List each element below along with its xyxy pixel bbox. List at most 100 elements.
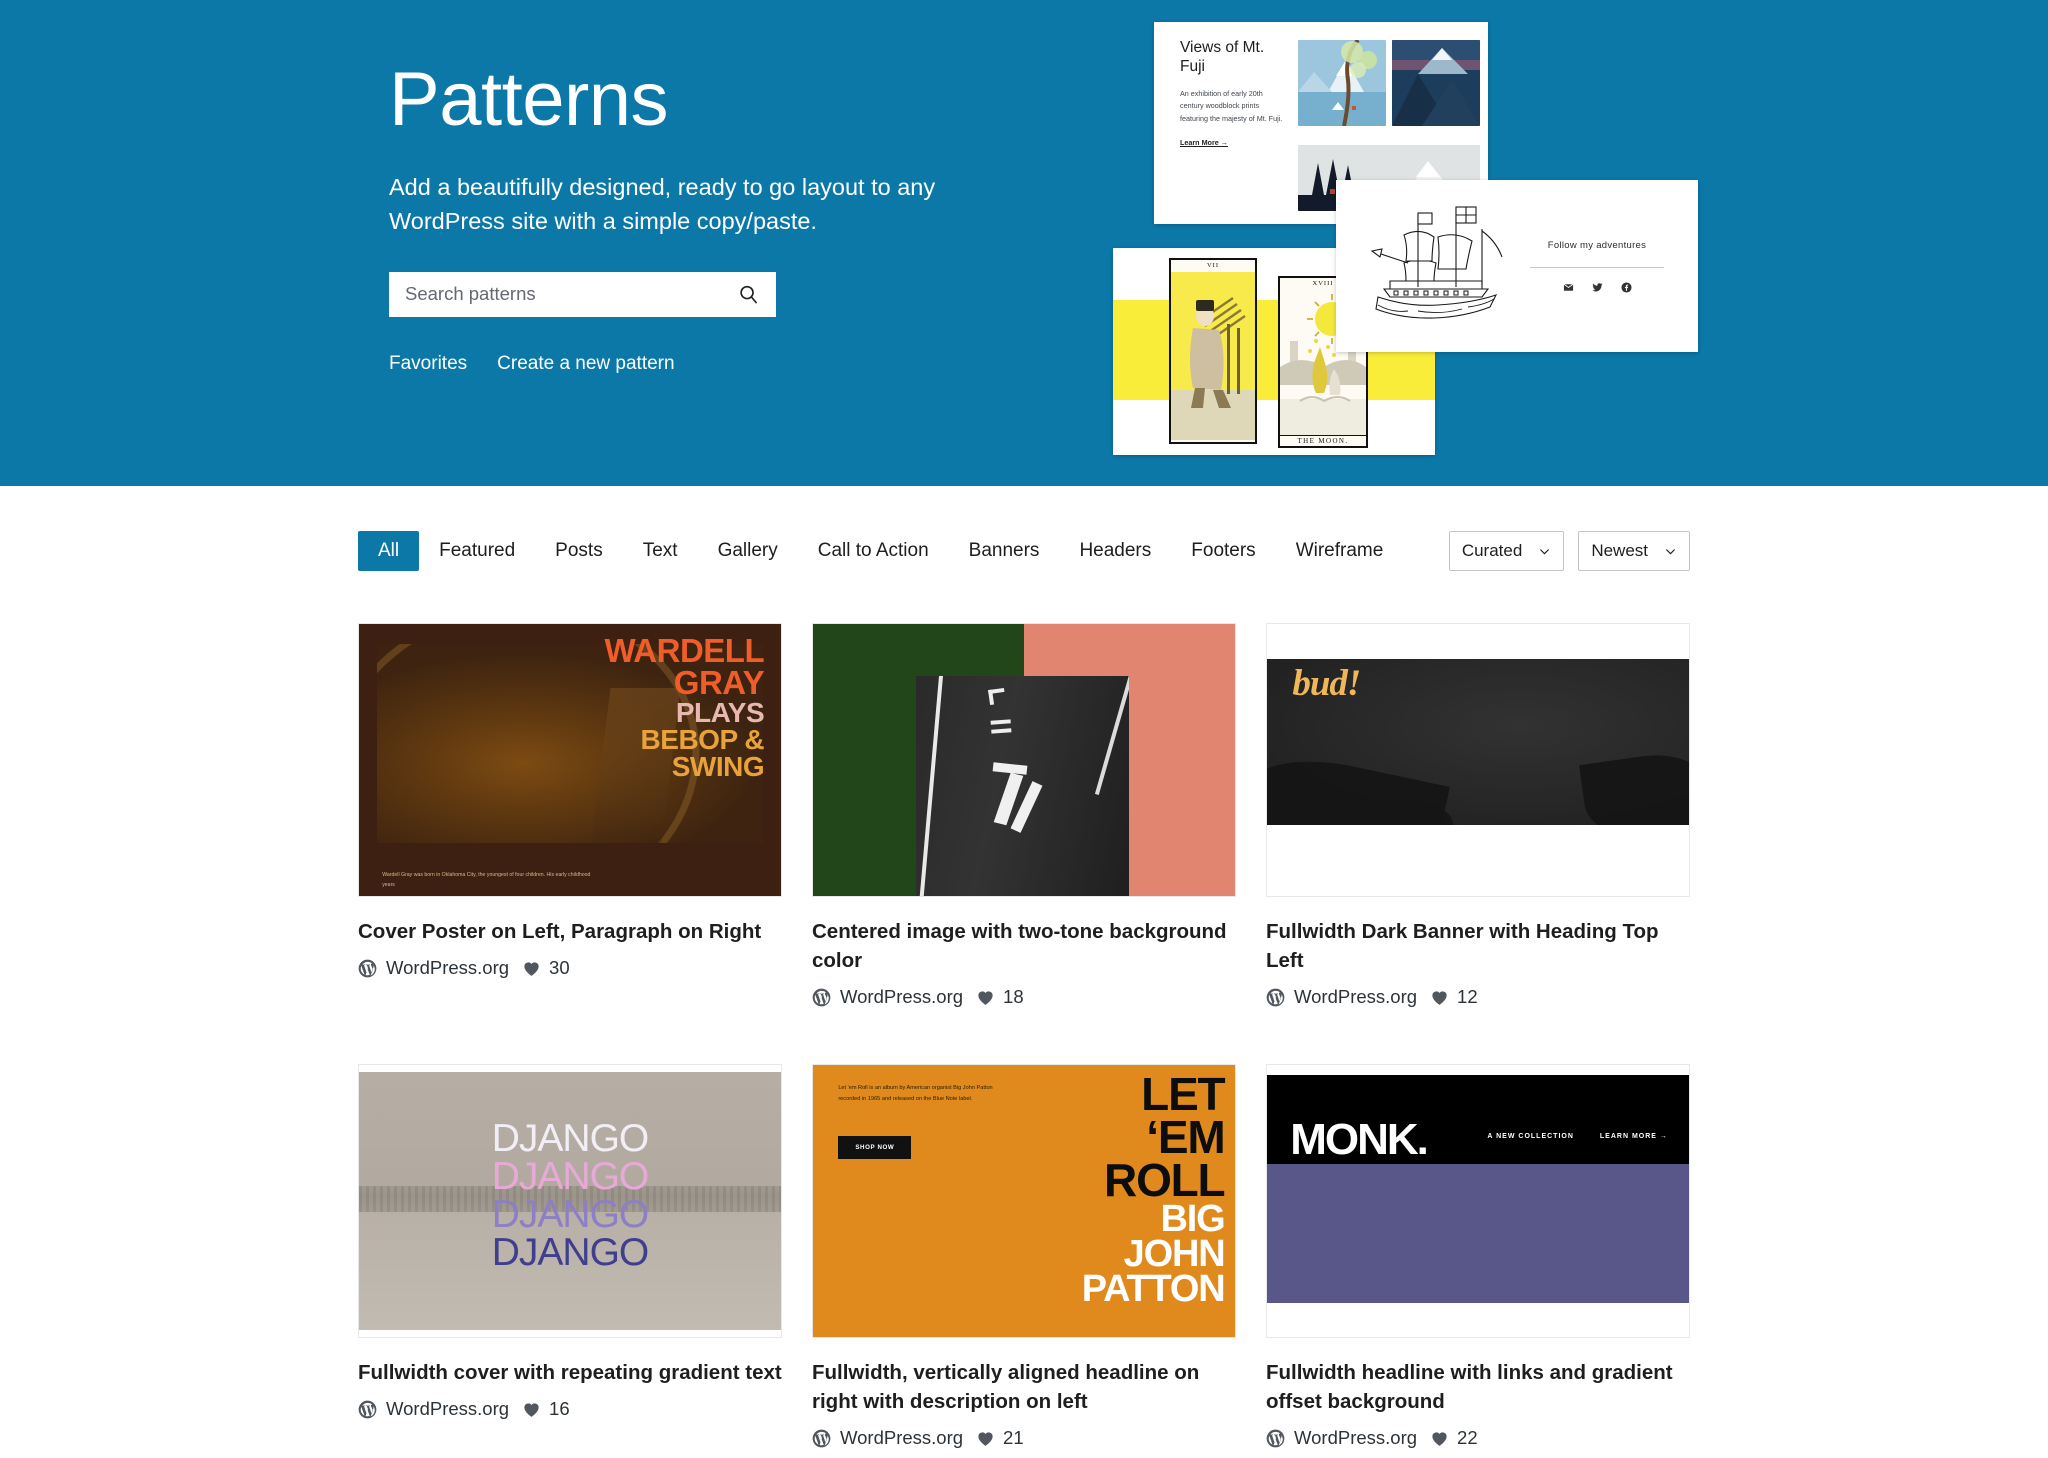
pattern-meta: WordPress.org 21 [812, 1427, 1236, 1449]
pattern-thumbnail[interactable]: bud! [1266, 623, 1690, 897]
tab-wireframe[interactable]: Wireframe [1276, 531, 1404, 571]
wardell-artwork: WARDELL GRAY PLAYS BEBOP & SWING Wardell… [359, 624, 781, 896]
pattern-title[interactable]: Fullwidth headline with links and gradie… [1266, 1358, 1690, 1416]
curation-select-value: Curated [1461, 541, 1523, 560]
monk-nav: A NEW COLLECTION LEARN MORE → [1487, 1133, 1668, 1140]
heart-icon [976, 1429, 995, 1447]
pattern-thumbnail[interactable]: DJANGO DJANGO DJANGO DJANGO [358, 1064, 782, 1339]
heart-icon [1430, 1429, 1449, 1447]
tab-gallery[interactable]: Gallery [698, 531, 798, 571]
favorites-link[interactable]: Favorites [389, 353, 467, 375]
hero-banner: Patterns Add a beautifully designed, rea… [0, 0, 2048, 486]
hero-subtitle: Add a beautifully designed, ready to go … [389, 173, 936, 234]
favorite-count-group[interactable]: 30 [522, 957, 570, 979]
bud-artwork: bud! [1267, 624, 1689, 896]
favorite-count-group[interactable]: 16 [522, 1398, 570, 1420]
tab-headers[interactable]: Headers [1059, 531, 1171, 571]
twitter-icon[interactable] [1591, 282, 1603, 293]
tab-text[interactable]: Text [623, 531, 698, 571]
wardell-paragraph: Wardell Gray was born in Oklahoma City, … [382, 872, 591, 889]
django-line-2: DJANGO [491, 1154, 650, 1198]
django-headline: DJANGO DJANGO DJANGO DJANGO [359, 1116, 781, 1275]
wordpress-logo-icon [812, 988, 831, 1007]
tab-banners[interactable]: Banners [949, 531, 1060, 571]
pattern-meta: WordPress.org 16 [358, 1398, 782, 1420]
filter-toolbar: All Featured Posts Text Gallery Call to … [358, 486, 1690, 571]
search-icon [737, 283, 760, 306]
road-kanji-2 [990, 719, 1012, 734]
favorite-count: 22 [1457, 1427, 1478, 1449]
pattern-author-name: WordPress.org [1294, 1427, 1418, 1449]
pattern-thumbnail[interactable]: WARDELL GRAY PLAYS BEBOP & SWING Wardell… [358, 623, 782, 897]
pattern-author-name: WordPress.org [1294, 986, 1418, 1008]
tab-all[interactable]: All [358, 531, 420, 571]
wardell-headline: WARDELL GRAY PLAYS BEBOP & SWING [604, 634, 765, 781]
pattern-author-name: WordPress.org [840, 986, 964, 1008]
tab-call-to-action[interactable]: Call to Action [798, 531, 949, 571]
pattern-author-name: WordPress.org [386, 1398, 510, 1420]
django-line-1: DJANGO [491, 1116, 650, 1160]
favorite-count-group[interactable]: 18 [976, 986, 1024, 1008]
fuji-image-2 [1392, 40, 1480, 126]
pattern-title[interactable]: Centered image with two-tone background … [812, 917, 1236, 975]
sailing-ship-icon [1360, 201, 1510, 331]
chevron-down-icon [1664, 545, 1677, 558]
pattern-author: WordPress.org [812, 1427, 963, 1449]
pattern-author-name: WordPress.org [386, 957, 510, 979]
pattern-title[interactable]: Fullwidth Dark Banner with Heading Top L… [1266, 917, 1690, 975]
facebook-icon[interactable] [1620, 281, 1632, 293]
monk-purple-band [1267, 1164, 1689, 1304]
shop-now-button: SHOP NOW [838, 1135, 912, 1159]
tarot-card-two-name: THE MOON. [1280, 435, 1366, 445]
follow-block: Follow my adventures [1520, 240, 1664, 293]
mail-icon[interactable] [1563, 282, 1574, 293]
search-input[interactable] [389, 271, 776, 317]
pattern-title[interactable]: Fullwidth, vertically aligned headline o… [812, 1358, 1236, 1416]
favorite-count-group[interactable]: 12 [1430, 986, 1478, 1008]
django-artwork: DJANGO DJANGO DJANGO DJANGO [359, 1065, 781, 1338]
monk-heading: MONK. [1290, 1115, 1429, 1165]
follow-heading: Follow my adventures [1547, 239, 1647, 251]
create-pattern-link[interactable]: Create a new pattern [497, 353, 674, 375]
heart-icon [1430, 988, 1449, 1006]
pattern-author: WordPress.org [812, 986, 963, 1008]
pattern-title[interactable]: Fullwidth cover with repeating gradient … [358, 1358, 782, 1387]
letem-line-4: BIG [1160, 1197, 1225, 1240]
favorite-count: 12 [1457, 986, 1478, 1008]
pattern-card: DJANGO DJANGO DJANGO DJANGO Fullwidth co… [358, 1064, 782, 1449]
pattern-thumbnail[interactable]: Let 'em Roll is an album by American org… [812, 1064, 1236, 1339]
wordpress-logo-icon [358, 959, 377, 978]
favorite-count-group[interactable]: 22 [1430, 1427, 1478, 1449]
curation-select[interactable]: Curated [1448, 531, 1565, 571]
django-line-4: DJANGO [491, 1231, 650, 1275]
divider [1530, 266, 1664, 268]
search-bar [389, 271, 776, 317]
patterns-content: All Featured Posts Text Gallery Call to … [0, 486, 2048, 1450]
pattern-meta: WordPress.org 12 [1266, 986, 1690, 1008]
pattern-thumbnail[interactable]: MONK. A NEW COLLECTION LEARN MORE → [1266, 1064, 1690, 1339]
monk-nav-collection: A NEW COLLECTION [1487, 1133, 1574, 1141]
pattern-title[interactable]: Cover Poster on Left, Paragraph on Right [358, 917, 782, 946]
two-tone-artwork [813, 624, 1235, 896]
page-title: Patterns [389, 57, 669, 142]
search-button[interactable] [728, 272, 768, 317]
pattern-meta: WordPress.org 30 [358, 957, 782, 979]
letem-line-6: PATTON [1081, 1268, 1226, 1311]
chevron-down-icon [1538, 545, 1551, 558]
pattern-thumbnail[interactable] [812, 623, 1236, 897]
wordpress-logo-icon [358, 1400, 377, 1419]
tab-featured[interactable]: Featured [419, 531, 535, 571]
wardell-line-2: GRAY [673, 663, 765, 701]
sort-select[interactable]: Newest [1578, 531, 1690, 571]
tab-footers[interactable]: Footers [1171, 531, 1275, 571]
fuji-heading: Views of Mt. Fuji [1180, 39, 1265, 76]
tab-posts[interactable]: Posts [535, 531, 623, 571]
wordpress-logo-icon [1266, 988, 1285, 1007]
heart-icon [976, 988, 995, 1006]
tarot-card-one-numeral: VII [1206, 262, 1220, 269]
favorite-count-group[interactable]: 21 [976, 1427, 1024, 1449]
sort-select-value: Newest [1591, 541, 1648, 560]
letem-headline: LET ‘EM ROLL BIG JOHN PATTON [1081, 1072, 1226, 1311]
fuji-body: An exhibition of early 20th century wood… [1180, 88, 1283, 123]
pattern-card: Centered image with two-tone background … [812, 623, 1236, 1008]
